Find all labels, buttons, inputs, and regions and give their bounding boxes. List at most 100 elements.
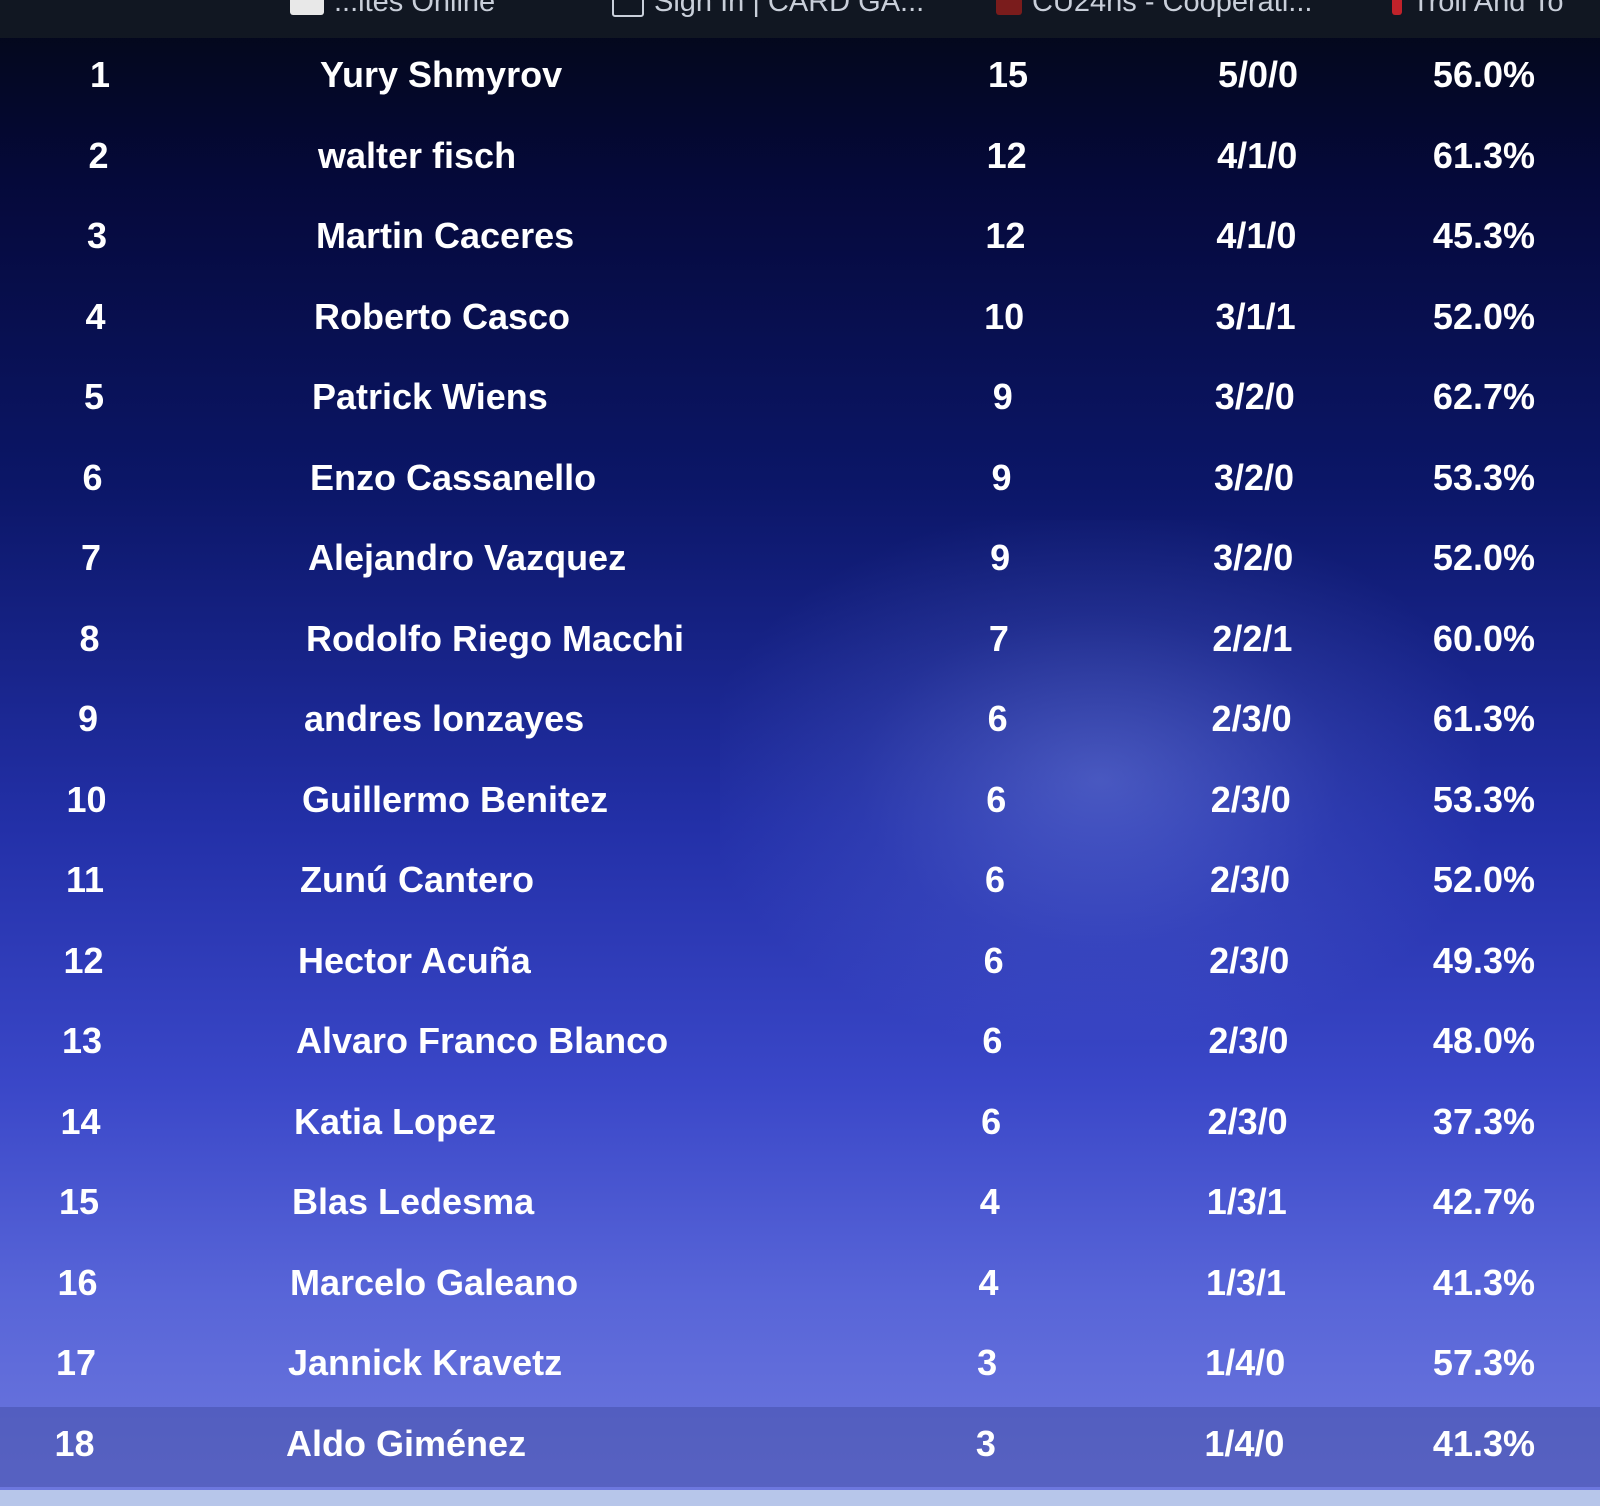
rank-cell: 16 <box>57 1261 98 1303</box>
bookmark-label: ...ites Online <box>334 0 496 18</box>
bookmark-item[interactable]: Sign In | CARD GA... <box>612 0 924 19</box>
bookmark-item[interactable]: CU24hs - Cooperati... <box>996 0 1312 19</box>
rank-cell: 1 <box>89 54 111 95</box>
percentage-cell: 52.0% <box>1432 859 1535 900</box>
record-cell: 2/3/0 <box>1210 778 1291 820</box>
player-name-cell: Aldo Giménez <box>286 1422 527 1464</box>
percentage-cell: 56.0% <box>1432 54 1535 95</box>
points-cell: 6 <box>981 1100 1002 1142</box>
bookmark-label: CU24hs - Cooperati... <box>1032 0 1313 18</box>
percentage-cell: 61.3% <box>1432 134 1535 176</box>
points-cell: 9 <box>990 537 1011 578</box>
record-cell: 1/3/1 <box>1205 1261 1287 1303</box>
player-name-cell: Hector Acuña <box>298 939 531 981</box>
player-name-cell: Roberto Casco <box>314 295 571 337</box>
points-cell: 7 <box>988 617 1009 659</box>
player-name-cell: Guillermo Benitez <box>302 778 609 820</box>
percentage-cell: 53.3% <box>1432 456 1535 498</box>
points-cell: 3 <box>977 1342 998 1383</box>
points-cell: 4 <box>979 1181 1000 1222</box>
rank-cell: 7 <box>80 537 102 578</box>
record-cell: 2/3/0 <box>1209 939 1290 981</box>
points-cell: 6 <box>983 939 1004 981</box>
points-cell: 15 <box>987 54 1029 95</box>
points-cell: 9 <box>991 456 1012 498</box>
standings-row: 12 Hector Acuña 6 2/3/0 49.3% <box>0 924 1600 1004</box>
standings-row: 8 Rodolfo Riego Macchi 7 2/2/1 60.0% <box>0 602 1600 682</box>
rank-cell: 10 <box>66 778 107 820</box>
percentage-cell: 42.7% <box>1432 1181 1535 1222</box>
player-name-cell: Katia Lopez <box>294 1100 497 1142</box>
bookmark-item[interactable]: ...ites Online <box>290 0 495 19</box>
bookmark-label: Sign In | CARD GA... <box>654 0 925 18</box>
player-name-cell: walter fisch <box>318 134 517 176</box>
percentage-cell: 41.3% <box>1432 1422 1535 1464</box>
rank-cell: 13 <box>61 1020 103 1061</box>
percentage-cell: 49.3% <box>1432 939 1535 981</box>
record-cell: 1/3/1 <box>1206 1181 1287 1222</box>
rank-cell: 14 <box>60 1100 101 1142</box>
points-cell: 4 <box>978 1261 999 1303</box>
standings-row: 3 Martin Caceres 12 4/1/0 45.3% <box>0 199 1600 279</box>
bookmarks-bar: ...ites Online Sign In | CARD GA... CU24… <box>0 0 1600 38</box>
player-name-cell: Patrick Wiens <box>312 376 548 417</box>
percentage-cell: 37.3% <box>1432 1100 1535 1142</box>
points-cell: 10 <box>984 295 1025 337</box>
rank-cell: 17 <box>55 1342 97 1383</box>
player-name-cell: Blas Ledesma <box>292 1181 535 1222</box>
standings-row: 18 Aldo Giménez 3 1/4/0 41.3% <box>0 1406 1600 1487</box>
record-cell: 5/0/0 <box>1217 54 1299 95</box>
bookmark-label: Troll And To <box>1412 0 1564 18</box>
rank-cell: 18 <box>54 1422 95 1464</box>
points-cell: 6 <box>987 698 1008 739</box>
rank-cell: 4 <box>85 295 106 337</box>
points-cell: 6 <box>986 778 1007 820</box>
points-cell: 3 <box>975 1422 996 1464</box>
player-name-cell: andres lonzayes <box>304 698 585 739</box>
window-bottom-edge <box>0 1490 1600 1506</box>
standings-row: 13 Alvaro Franco Blanco 6 2/3/0 48.0% <box>0 1004 1600 1084</box>
record-cell: 2/3/0 <box>1209 859 1291 900</box>
record-cell: 2/3/0 <box>1207 1100 1288 1142</box>
card-game-icon <box>612 0 644 17</box>
standings-row: 5 Patrick Wiens 9 3/2/0 62.7% <box>0 360 1600 440</box>
percentage-cell: 52.0% <box>1432 537 1535 578</box>
standings-row: 14 Katia Lopez 6 2/3/0 37.3% <box>0 1085 1600 1165</box>
standings-row: 4 Roberto Casco 10 3/1/1 52.0% <box>0 280 1600 360</box>
standings-row: 7 Alejandro Vazquez 9 3/2/0 52.0% <box>0 521 1600 601</box>
player-name-cell: Martin Caceres <box>316 215 575 256</box>
rank-cell: 9 <box>77 698 99 739</box>
rank-cell: 15 <box>58 1181 100 1222</box>
bookmark-item[interactable]: Troll And To <box>1392 0 1564 19</box>
points-cell: 12 <box>986 134 1027 176</box>
rank-cell: 2 <box>88 134 109 176</box>
player-name-cell: Rodolfo Riego Macchi <box>306 617 684 659</box>
percentage-cell: 57.3% <box>1432 1342 1535 1383</box>
standings-row: 16 Marcelo Galeano 4 1/3/1 41.3% <box>0 1246 1600 1326</box>
percentage-cell: 62.7% <box>1432 376 1535 417</box>
record-cell: 4/1/0 <box>1217 134 1298 176</box>
percentage-cell: 61.3% <box>1432 698 1535 739</box>
player-name-cell: Alejandro Vazquez <box>308 537 627 578</box>
player-name-cell: Marcelo Galeano <box>290 1261 579 1303</box>
points-cell: 6 <box>984 859 1006 900</box>
player-name-cell: Enzo Cassanello <box>310 456 597 498</box>
player-name-cell: Jannick Kravetz <box>288 1342 563 1383</box>
player-name-cell: Zunú Cantero <box>300 859 534 900</box>
points-cell: 12 <box>985 215 1026 256</box>
points-cell: 6 <box>982 1020 1003 1061</box>
record-cell: 3/2/0 <box>1213 456 1295 498</box>
record-cell: 4/1/0 <box>1216 215 1297 256</box>
standings-row: 15 Blas Ledesma 4 1/3/1 42.7% <box>0 1165 1600 1245</box>
record-cell: 2/3/0 <box>1211 698 1292 739</box>
record-cell: 2/2/1 <box>1212 617 1293 659</box>
rank-cell: 3 <box>86 215 108 256</box>
percentage-cell: 45.3% <box>1432 215 1535 256</box>
record-cell: 1/4/0 <box>1205 1342 1286 1383</box>
rank-cell: 11 <box>65 859 105 900</box>
standings-row: 10 Guillermo Benitez 6 2/3/0 53.3% <box>0 763 1600 843</box>
rank-cell: 6 <box>82 456 103 498</box>
standings-row: 11 Zunú Cantero 6 2/3/0 52.0% <box>0 843 1600 923</box>
percentage-cell: 60.0% <box>1432 617 1535 659</box>
percentage-cell: 53.3% <box>1432 778 1535 820</box>
